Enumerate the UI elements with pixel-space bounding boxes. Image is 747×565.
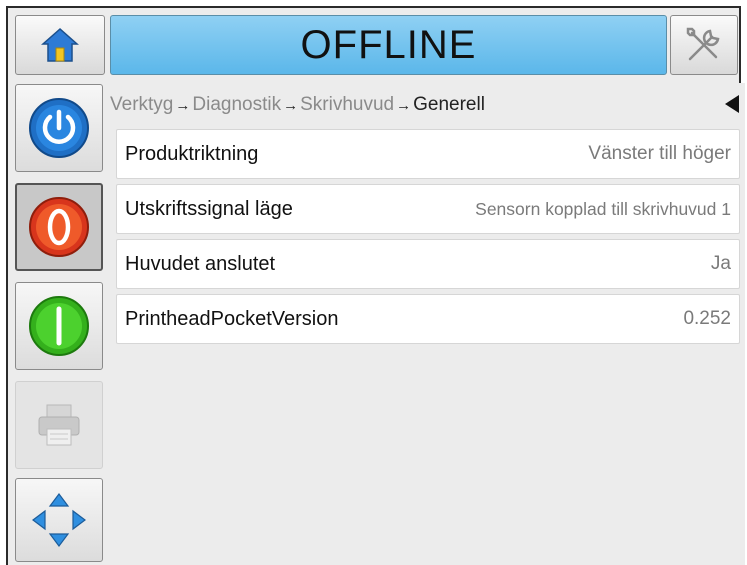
back-arrow-icon[interactable] (725, 95, 739, 113)
start-button[interactable] (15, 282, 103, 370)
list-item[interactable]: PrintheadPocketVersion 0.252 (116, 294, 740, 344)
stop-button[interactable] (15, 183, 103, 271)
list-item[interactable]: Huvudet anslutet Ja (116, 239, 740, 289)
navigation-arrows-icon (32, 493, 86, 547)
home-button[interactable] (15, 15, 105, 75)
breadcrumb-item-generell: Generell (413, 94, 485, 115)
row-label: Produktriktning (125, 142, 259, 165)
printer-icon (38, 404, 80, 446)
tools-icon (686, 27, 720, 61)
power-icon (29, 98, 89, 158)
row-value: Vänster till höger (588, 143, 731, 164)
row-value: Sensorn kopplad till skrivhuvud 1 (475, 198, 731, 219)
row-label: Huvudet anslutet (125, 252, 276, 275)
tools-button[interactable] (670, 15, 738, 75)
list-item[interactable]: Utskriftssignal läge Sensorn kopplad til… (116, 184, 740, 234)
status-text: OFFLINE (300, 22, 477, 67)
home-icon (41, 27, 79, 62)
breadcrumb-separator-icon: → (175, 96, 191, 114)
printer-status-bar[interactable]: OFFLINE (110, 15, 667, 75)
breadcrumb-separator-icon: → (396, 96, 412, 114)
breadcrumb-separator-icon: → (283, 96, 299, 114)
row-value: Ja (710, 253, 731, 274)
row-value: 0.252 (683, 308, 731, 329)
print-button[interactable] (15, 381, 103, 469)
row-label: PrintheadPocketVersion (125, 307, 339, 330)
breadcrumb-item-diagnostik[interactable]: Diagnostik (192, 94, 281, 116)
breadcrumb: Verktyg → Diagnostik → Skrivhuvud → Gene… (110, 91, 745, 119)
start-icon (29, 296, 89, 356)
stop-icon (29, 197, 89, 257)
list-item[interactable]: Produktriktning Vänster till höger (116, 129, 740, 179)
breadcrumb-item-skrivhuvud[interactable]: Skrivhuvud (300, 94, 394, 116)
breadcrumb-item-verktyg[interactable]: Verktyg (110, 94, 173, 116)
content-panel: Verktyg → Diagnostik → Skrivhuvud → Gene… (110, 83, 745, 565)
app-frame: OFFLINE Verktyg → Diagnostik → Skrivhuvu… (6, 6, 745, 565)
power-button[interactable] (15, 84, 103, 172)
row-label: Utskriftssignal läge (125, 197, 293, 220)
navigate-button[interactable] (15, 478, 103, 562)
